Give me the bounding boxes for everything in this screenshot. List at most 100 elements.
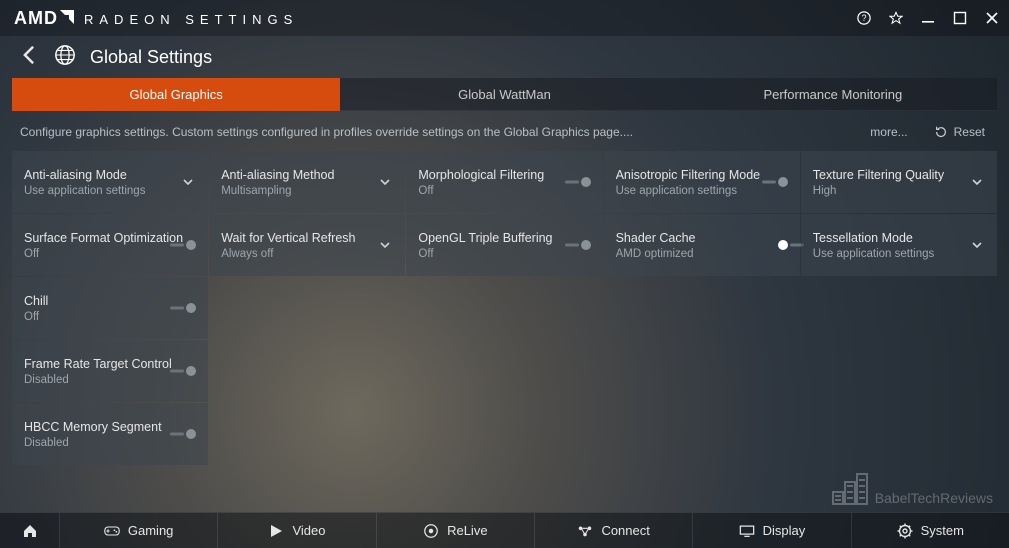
empty-cell xyxy=(604,277,800,339)
nav-relive[interactable]: ReLive xyxy=(377,513,535,548)
tab-strip: Global Graphics Global WattMan Performan… xyxy=(12,78,997,111)
nav-label: Display xyxy=(763,523,806,538)
toggle-switch[interactable] xyxy=(186,429,196,439)
nav-label: Connect xyxy=(601,523,649,538)
setting-tile[interactable]: OpenGL Triple Buffering Off xyxy=(406,214,602,276)
setting-tile[interactable]: Surface Format Optimization Off xyxy=(12,214,208,276)
description-text: Configure graphics settings. Custom sett… xyxy=(20,125,870,139)
help-icon[interactable]: ? xyxy=(857,11,871,25)
setting-value: Disabled xyxy=(24,437,162,449)
toggle-switch[interactable] xyxy=(581,240,591,250)
setting-label: Anti-aliasing Method xyxy=(221,168,334,182)
chevron-down-icon xyxy=(180,174,196,190)
setting-label: Anti-aliasing Mode xyxy=(24,168,145,182)
setting-value: Use application settings xyxy=(24,185,145,197)
chevron-down-icon xyxy=(969,174,985,190)
setting-label: Anisotropic Filtering Mode xyxy=(616,168,761,182)
empty-cell xyxy=(209,403,405,465)
setting-tile[interactable]: Anti-aliasing Mode Use application settin… xyxy=(12,151,208,213)
amd-arrow-icon xyxy=(60,8,74,29)
setting-value: Off xyxy=(24,248,183,260)
setting-tile[interactable]: Frame Rate Target ControlDisabled xyxy=(12,340,208,402)
toggle-switch[interactable] xyxy=(581,177,591,187)
setting-label: Morphological Filtering xyxy=(418,168,544,182)
nav-home[interactable] xyxy=(0,513,60,548)
setting-label: Wait for Vertical Refresh xyxy=(221,231,355,245)
setting-value: Multisampling xyxy=(221,185,334,197)
setting-tile[interactable]: ChillOff xyxy=(12,277,208,339)
more-link[interactable]: more... xyxy=(870,125,907,139)
setting-tile[interactable]: Tessellation Mode Use application setting… xyxy=(801,214,997,276)
toggle-switch[interactable] xyxy=(186,303,196,313)
watermark: BabelTechReviews xyxy=(831,472,993,506)
setting-label: Texture Filtering Quality xyxy=(813,168,944,182)
chevron-down-icon xyxy=(969,237,985,253)
setting-tile[interactable]: Wait for Vertical Refresh Always off xyxy=(209,214,405,276)
tab-global-graphics[interactable]: Global Graphics xyxy=(12,78,340,111)
toggle-switch[interactable] xyxy=(778,240,788,250)
tab-performance-monitoring[interactable]: Performance Monitoring xyxy=(669,78,997,111)
empty-cell xyxy=(604,340,800,402)
setting-label: Shader Cache xyxy=(616,231,696,245)
toggle-switch[interactable] xyxy=(186,366,196,376)
reset-label: Reset xyxy=(954,125,985,139)
chevron-down-icon xyxy=(377,237,393,253)
setting-value: AMD optimized xyxy=(616,248,696,260)
setting-label: Surface Format Optimization xyxy=(24,231,183,245)
globe-icon xyxy=(54,44,76,71)
watermark-text: BabelTechReviews xyxy=(875,490,993,506)
reset-icon xyxy=(934,125,948,139)
reset-button[interactable]: Reset xyxy=(934,125,985,139)
watermark-icon xyxy=(831,472,869,506)
empty-cell xyxy=(406,277,602,339)
nav-label: System xyxy=(921,523,964,538)
setting-tile[interactable]: Texture Filtering QualityHigh xyxy=(801,151,997,213)
empty-cell xyxy=(801,340,997,402)
tab-global-wattman[interactable]: Global WattMan xyxy=(340,78,668,111)
nav-connect[interactable]: Connect xyxy=(535,513,693,548)
minimize-icon[interactable] xyxy=(921,11,935,25)
favorite-icon[interactable] xyxy=(889,11,903,25)
empty-cell xyxy=(604,403,800,465)
nav-gaming[interactable]: Gaming xyxy=(60,513,218,548)
setting-tile[interactable]: Shader Cache AMD optimized xyxy=(604,214,800,276)
close-icon[interactable] xyxy=(985,11,999,25)
setting-label: Tessellation Mode xyxy=(813,231,934,245)
monitor-icon xyxy=(739,523,755,539)
maximize-icon[interactable] xyxy=(953,11,967,25)
empty-cell xyxy=(801,403,997,465)
nav-video[interactable]: Video xyxy=(218,513,376,548)
setting-tile[interactable]: Morphological Filtering Off xyxy=(406,151,602,213)
toggle-switch[interactable] xyxy=(186,240,196,250)
empty-cell xyxy=(209,277,405,339)
setting-value: Use application settings xyxy=(813,248,934,260)
relive-icon xyxy=(423,523,439,539)
setting-value: Off xyxy=(418,248,552,260)
setting-value: Off xyxy=(418,185,544,197)
app-brand: AMD RADEON SETTINGS xyxy=(14,8,298,29)
empty-cell xyxy=(406,403,602,465)
empty-cell xyxy=(406,340,602,402)
setting-tile[interactable]: HBCC Memory Segment Disabled xyxy=(12,403,208,465)
setting-label: OpenGL Triple Buffering xyxy=(418,231,552,245)
empty-cell xyxy=(209,340,405,402)
setting-tile[interactable]: Anisotropic Filtering ModeUse applicatio… xyxy=(604,151,800,213)
nav-label: Gaming xyxy=(128,523,174,538)
chevron-down-icon xyxy=(377,174,393,190)
nav-display[interactable]: Display xyxy=(693,513,851,548)
setting-label: HBCC Memory Segment xyxy=(24,420,162,434)
gamepad-icon xyxy=(104,523,120,539)
page-title: Global Settings xyxy=(90,47,212,68)
setting-value: Disabled xyxy=(24,374,172,386)
setting-tile[interactable]: Anti-aliasing Method Multisampling xyxy=(209,151,405,213)
window-controls: ? xyxy=(857,11,999,25)
nav-system[interactable]: System xyxy=(852,513,1009,548)
setting-value: Always off xyxy=(221,248,355,260)
empty-cell xyxy=(801,277,997,339)
back-button[interactable] xyxy=(18,44,40,71)
bottom-nav: Gaming Video ReLive Connect Display Syst… xyxy=(0,512,1009,548)
toggle-switch[interactable] xyxy=(778,177,788,187)
nav-label: ReLive xyxy=(447,523,487,538)
svg-text:?: ? xyxy=(862,13,867,23)
page-heading: Global Settings xyxy=(0,36,1009,78)
